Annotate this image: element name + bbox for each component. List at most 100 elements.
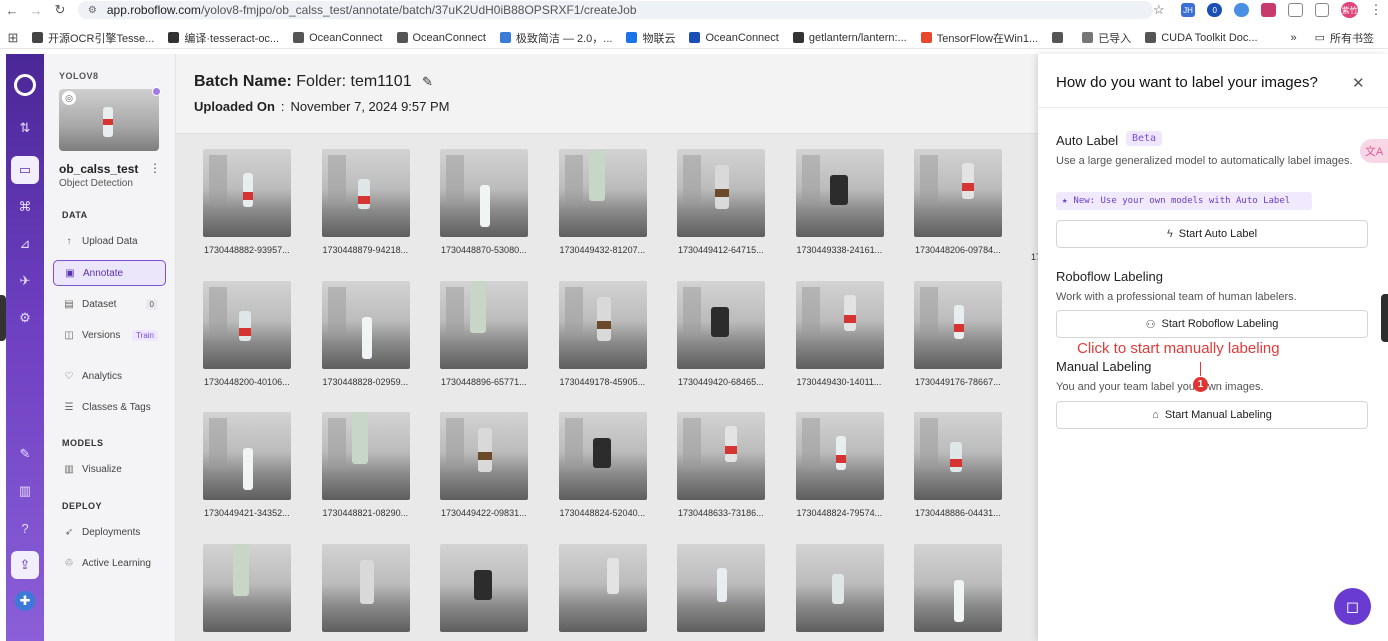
bookmark-item[interactable]: OceanConnect	[396, 32, 486, 44]
extension-chat-icon[interactable]	[1234, 3, 1249, 17]
image-thumbnail[interactable]	[795, 412, 884, 500]
docs-icon[interactable]: ▥	[11, 477, 39, 505]
image-card[interactable]	[795, 543, 884, 632]
image-thumbnail[interactable]	[558, 149, 647, 237]
image-thumbnail[interactable]	[914, 543, 1002, 632]
image-card[interactable]: 1730448633-73186...	[677, 412, 765, 518]
upload-icon[interactable]: ⇪	[11, 551, 39, 579]
image-card[interactable]: 1730448206-09784...	[914, 149, 1002, 255]
image-thumbnail[interactable]	[795, 149, 884, 237]
sidebar-item-upload-data[interactable]: ↑ Upload Data	[53, 228, 166, 254]
bookmarks-more-icon[interactable]: »	[1290, 32, 1296, 44]
image-thumbnail[interactable]	[677, 280, 765, 369]
image-card[interactable]: 1730449338-24161...	[795, 149, 884, 255]
sidebar-item-analytics[interactable]: ♡ Analytics	[53, 363, 166, 389]
bookmark-item[interactable]: 编译·tesseract-oc...	[168, 30, 279, 46]
extensions-puzzle-icon[interactable]	[1287, 3, 1303, 17]
image-thumbnail[interactable]	[440, 412, 528, 500]
start-auto-label-button[interactable]: ϟ Start Auto Label	[1056, 220, 1368, 248]
bookmark-item[interactable]: OceanConnect	[689, 32, 779, 44]
sidepanel-icon[interactable]	[1314, 3, 1330, 17]
close-icon[interactable]: ✕	[1352, 74, 1365, 92]
workflow-icon[interactable]: ⌘	[11, 193, 39, 221]
image-card[interactable]	[440, 543, 528, 632]
image-card[interactable]: 1730448886-04431...	[914, 412, 1002, 518]
image-thumbnail[interactable]	[558, 280, 647, 369]
image-card[interactable]: 1730449430-14011...	[795, 280, 884, 387]
image-thumbnail[interactable]	[914, 412, 1002, 500]
image-thumbnail[interactable]	[203, 149, 291, 237]
extension-translate-icon[interactable]	[1260, 3, 1276, 17]
sidebar-item-annotate[interactable]: ▣ Annotate	[53, 260, 166, 286]
image-card[interactable]: 1730448882-93957...	[203, 149, 291, 255]
bookmark-item[interactable]: 已导入	[1082, 30, 1131, 46]
apps-grid-icon[interactable]: ⊞	[0, 30, 26, 46]
project-menu-icon[interactable]: ⋮	[149, 161, 161, 175]
back-icon[interactable]: ←	[0, 3, 24, 18]
image-card[interactable]	[677, 543, 765, 632]
image-thumbnail[interactable]	[795, 543, 884, 632]
bookmark-item[interactable]: CUDA Toolkit Doc...	[1145, 32, 1258, 44]
rocket-icon[interactable]: ✈	[11, 267, 39, 295]
reload-icon[interactable]: ↻	[48, 2, 72, 18]
roboflow-logo-icon[interactable]	[14, 74, 36, 96]
forward-icon[interactable]: →	[24, 3, 48, 18]
bookmark-item[interactable]: 极致简洁 — 2.0，...	[499, 30, 612, 46]
sidebar-item-visualize[interactable]: ▥ Visualize	[53, 456, 166, 482]
image-card[interactable]: 1730448896-65771...	[440, 280, 528, 387]
image-thumbnail[interactable]	[677, 412, 765, 500]
extension-jh-icon[interactable]: JH	[1180, 3, 1196, 17]
image-thumbnail[interactable]	[203, 412, 291, 500]
bookmark-item[interactable]: 物联云	[626, 30, 675, 46]
sidebar-item-versions[interactable]: ◫ Versions Train	[53, 322, 166, 348]
image-thumbnail[interactable]	[440, 543, 528, 632]
address-bar[interactable]: ⚙ app.roboflow.com/yolov8-fmjpo/ob_calss…	[77, 1, 1153, 19]
image-card[interactable]	[203, 543, 291, 632]
start-manual-labeling-button[interactable]: ⌂ Start Manual Labeling	[1056, 401, 1368, 429]
add-workspace-icon[interactable]: ✚	[15, 591, 35, 611]
image-thumbnail[interactable]	[914, 149, 1002, 237]
bookmark-item[interactable]	[1052, 32, 1068, 43]
bookmark-item[interactable]: 开源OCR引擎Tesse...	[32, 30, 154, 46]
satellite-icon[interactable]: ✎	[11, 440, 39, 468]
image-card[interactable]: 1730449422-09831...	[440, 412, 528, 518]
settings-icon[interactable]: ⚙	[11, 304, 39, 332]
image-card[interactable]: 1730449420-68465...	[677, 280, 765, 387]
image-card[interactable]: 1730449412-64715...	[677, 149, 765, 255]
translate-float-icon[interactable]: 文A	[1360, 139, 1388, 163]
bookmark-item[interactable]: OceanConnect	[293, 32, 383, 44]
sidebar-item-dataset[interactable]: ▤ Dataset 0	[53, 291, 166, 317]
auto-label-new-banner[interactable]: ★ New: Use your own models with Auto Lab…	[1056, 192, 1312, 210]
image-thumbnail[interactable]	[321, 543, 410, 632]
image-thumbnail[interactable]	[203, 543, 291, 632]
bookmark-item[interactable]: getlantern/lantern:...	[792, 32, 907, 44]
image-card[interactable]: 1730448824-52040...	[558, 412, 647, 518]
right-edge-tab[interactable]	[1381, 294, 1388, 342]
site-info-icon[interactable]: ⚙	[88, 5, 97, 16]
sidebar-item-classes-tags[interactable]: ☰ Classes & Tags	[53, 394, 166, 420]
bookmark-star-icon[interactable]: ☆	[1153, 2, 1165, 18]
start-roboflow-labeling-button[interactable]: ⚇ Start Roboflow Labeling	[1056, 310, 1368, 338]
bookmark-item[interactable]: TensorFlow在Win1...	[920, 30, 1038, 46]
image-card[interactable]: 1730448821-08290...	[321, 412, 410, 518]
image-thumbnail[interactable]	[677, 149, 765, 237]
image-thumbnail[interactable]	[558, 543, 647, 632]
chat-support-icon[interactable]: ◻	[1334, 588, 1371, 625]
image-card[interactable]	[558, 543, 647, 632]
help-icon[interactable]: ?	[11, 514, 39, 542]
browser-menu-icon[interactable]: ⋮	[1364, 2, 1388, 18]
image-card[interactable]: 1730448200-40106...	[203, 280, 291, 387]
image-card[interactable]	[321, 543, 410, 632]
sidebar-item-deployments[interactable]: ➶ Deployments	[53, 519, 166, 545]
image-card[interactable]: 1730449432-81207...	[558, 149, 647, 255]
chart-icon[interactable]: ⊿	[11, 230, 39, 258]
image-card[interactable]: 1730448879-94218...	[321, 149, 410, 255]
profile-avatar[interactable]: 紫竹	[1341, 2, 1359, 18]
edit-pencil-icon[interactable]: ✎	[422, 74, 433, 90]
image-card[interactable]: 1730448828-02959...	[321, 280, 410, 387]
image-thumbnail[interactable]	[321, 412, 410, 500]
all-bookmarks-link[interactable]: 所有书签	[1330, 30, 1374, 46]
image-thumbnail[interactable]	[440, 280, 528, 369]
inbox-icon[interactable]: ▭	[11, 156, 39, 184]
sidebar-item-active-learning[interactable]: ♲ Active Learning	[53, 550, 166, 576]
